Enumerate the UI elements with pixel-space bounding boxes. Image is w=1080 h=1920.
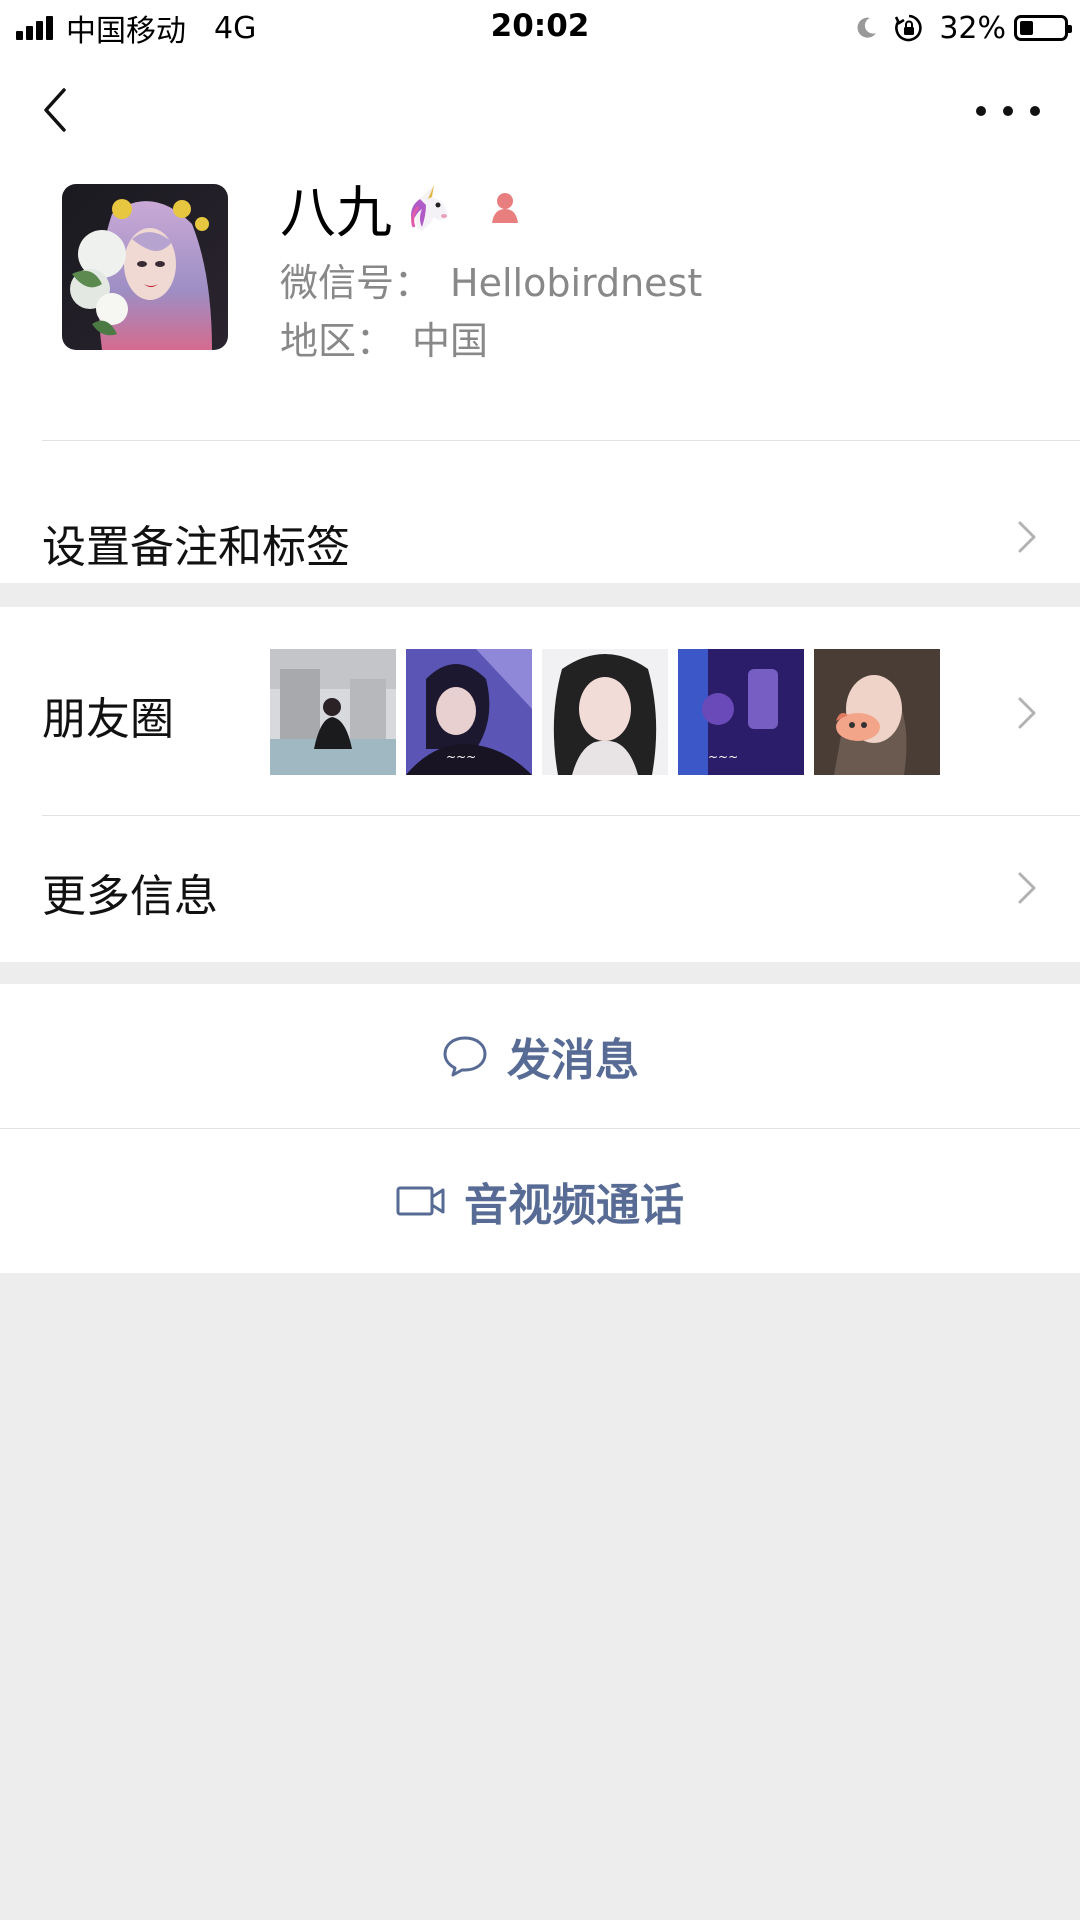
svg-text:~~~: ~~~ [708, 750, 738, 764]
more-info-label: 更多信息 [42, 871, 218, 922]
region-line: 地区： 中国 [280, 310, 488, 365]
moments-thumbnails: ~~~ ~~~ [270, 649, 950, 775]
video-camera-icon [396, 1186, 445, 1216]
more-info-row[interactable]: 更多信息 [0, 816, 1080, 962]
chevron-right-icon [1018, 872, 1036, 904]
contact-profile-screen: 中国移动 4G 20:02 32% 八九 微信号： Hellobirdnest … [0, 0, 1080, 1920]
chevron-right-icon [1018, 697, 1036, 729]
name-row: 八九 [280, 168, 526, 248]
send-message-label: 发消息 [507, 1035, 639, 1086]
moments-photo-thumbnail [270, 649, 396, 775]
back-button[interactable] [30, 80, 90, 140]
more-dot [1003, 106, 1013, 116]
do-not-disturb-moon-icon [857, 17, 877, 38]
set-remark-tags-label: 设置备注和标签 [42, 522, 350, 573]
video-call-label: 音视频通话 [464, 1180, 684, 1231]
wechat-id-value: Hellobirdnest [450, 261, 703, 305]
status-bar: 中国移动 4G 20:02 32% [0, 0, 1080, 56]
profile-name: 八九 [280, 180, 392, 246]
more-dot [976, 106, 986, 116]
battery-fill [1020, 21, 1034, 35]
moments-photo-thumbnail [814, 649, 940, 775]
moments-photo-thumbnail: ~~~ [678, 649, 804, 775]
female-gender-icon [492, 193, 518, 223]
moments-section: 朋友圈 ~~~ ~~~ 更多信息 [0, 607, 1080, 962]
wechat-id-label: 微信号： [280, 261, 433, 305]
moments-label: 朋友圈 [42, 694, 174, 745]
battery-icon [1014, 15, 1072, 41]
rotation-lock-icon [895, 14, 922, 42]
battery-percent: 32% [939, 10, 1006, 46]
unicorn-emoji-icon [411, 185, 448, 231]
more-dot [1030, 106, 1040, 116]
region-value: 中国 [412, 319, 489, 363]
chat-bubble-icon [443, 1036, 487, 1077]
video-call-button[interactable]: 音视频通话 [0, 1129, 1080, 1273]
moments-photo-thumbnail: ~~~ [406, 649, 532, 775]
send-message-button[interactable]: 发消息 [0, 984, 1080, 1128]
chevron-right-icon [1018, 521, 1036, 553]
svg-text:~~~: ~~~ [446, 750, 476, 764]
moments-row[interactable]: 朋友圈 ~~~ ~~~ [0, 607, 1080, 815]
status-right: 32% [853, 8, 1072, 48]
avatar[interactable] [62, 184, 228, 350]
more-options-button[interactable] [976, 94, 1040, 128]
moments-photo-thumbnail [542, 649, 668, 775]
wechat-id-line: 微信号： Hellobirdnest [280, 252, 702, 307]
set-remark-tags-row[interactable]: 设置备注和标签 [0, 441, 1080, 583]
profile-header: 八九 微信号： Hellobirdnest 地区： 中国 设置备注和标签 [0, 56, 1080, 583]
region-label: 地区： [280, 319, 395, 363]
